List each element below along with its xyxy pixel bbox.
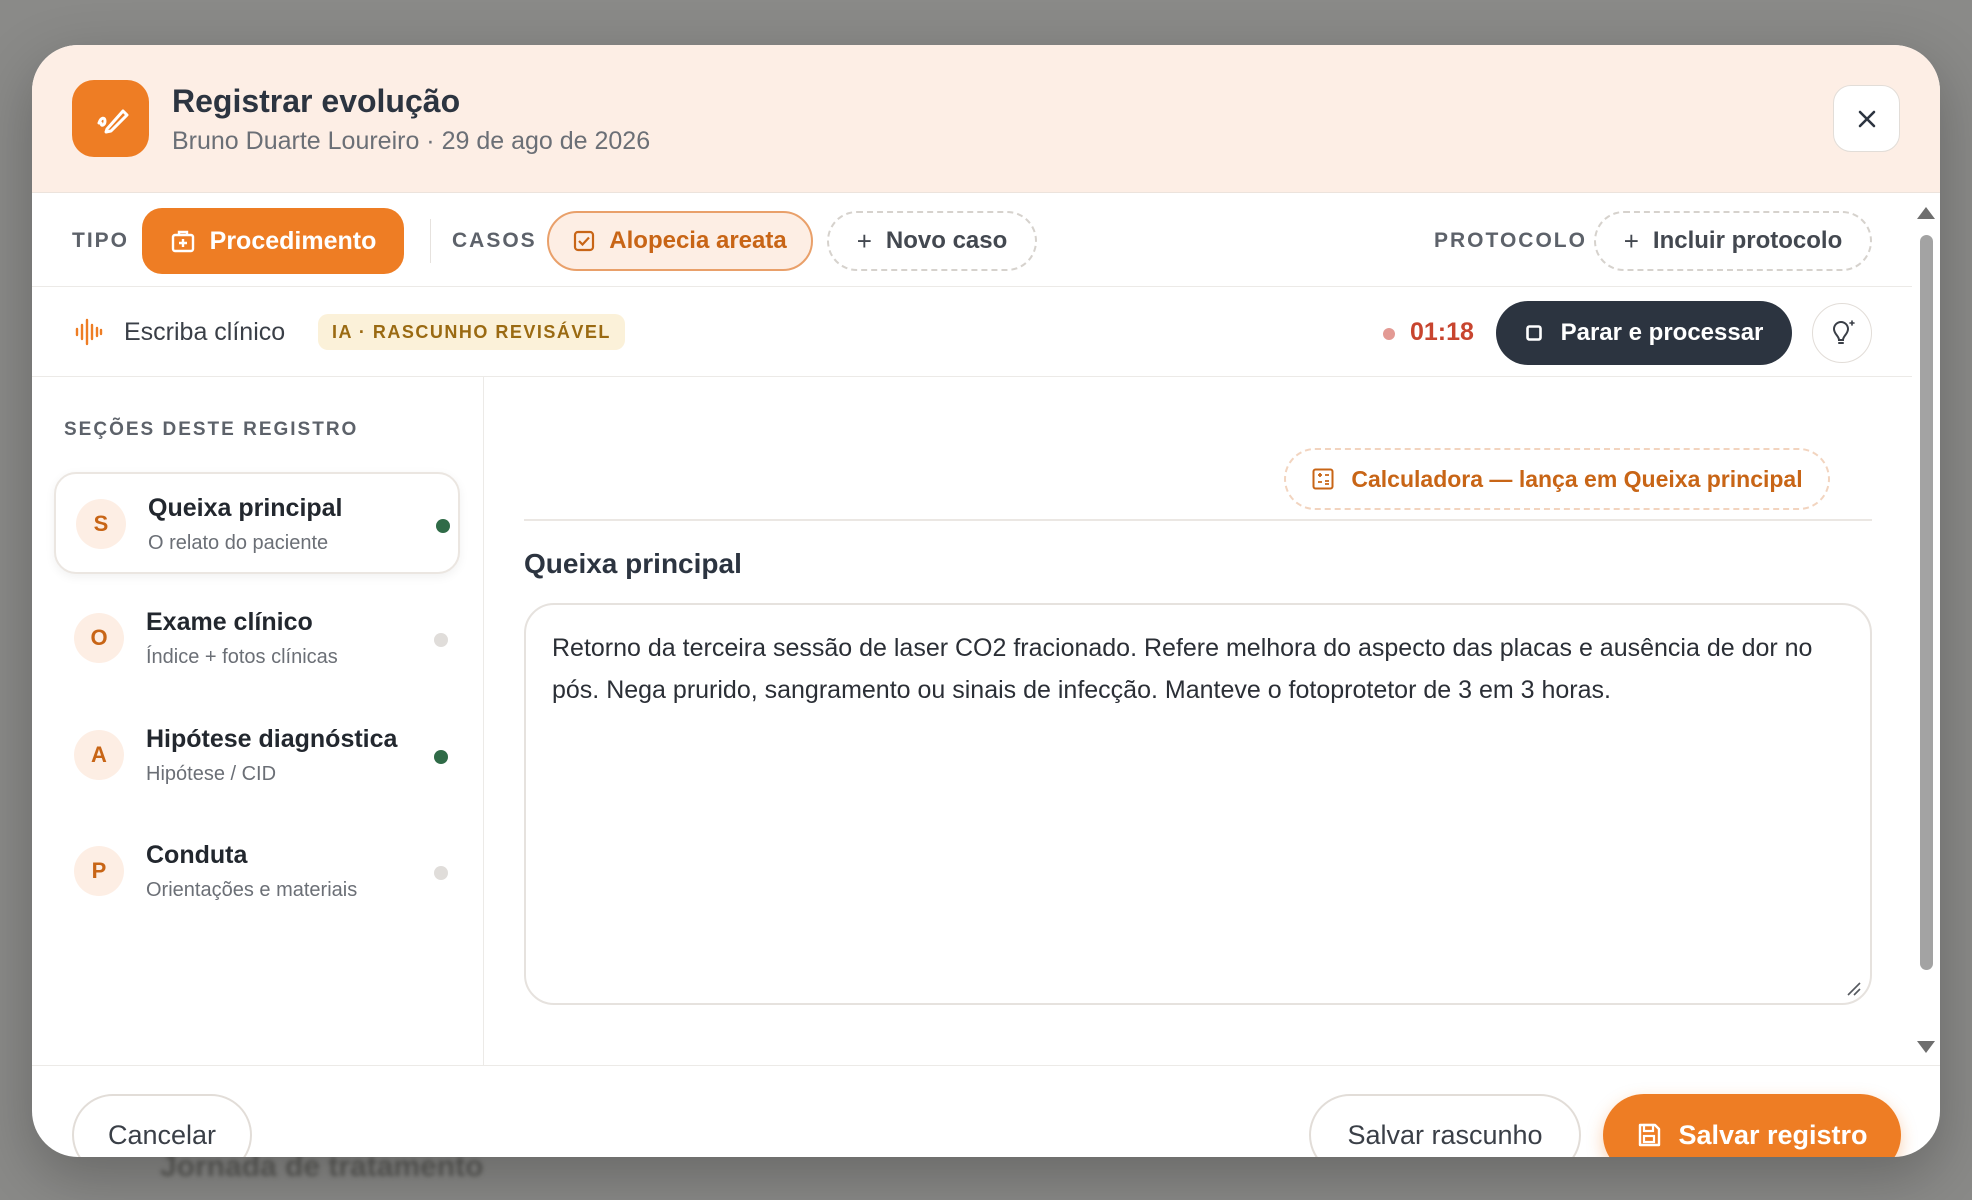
modal-header: Registrar evolução Bruno Duarte Loureiro… — [32, 45, 1940, 193]
scribe-row: Escriba clínico IA · RASCUNHO REVISÁVEL … — [32, 287, 1912, 377]
close-button[interactable] — [1833, 85, 1900, 152]
section-item-conduta[interactable]: P Conduta Orientações e materiais — [54, 821, 460, 923]
calculator-label: Calculadora — lança em Queixa principal — [1351, 465, 1803, 492]
calculator-icon — [1312, 468, 1334, 490]
scrollbar-thumb[interactable] — [1920, 235, 1933, 970]
section-name: Hipótese diagnóstica — [146, 725, 398, 753]
recording-timer: 01:18 — [1410, 318, 1474, 346]
sections-sidebar: SEÇÕES DESTE REGISTRO S Queixa principal… — [32, 377, 484, 1065]
section-empty-indicator — [434, 633, 448, 647]
include-protocol-label: Incluir protocolo — [1652, 227, 1843, 254]
include-protocol-button[interactable]: + Incluir protocolo — [1594, 211, 1872, 271]
evolution-modal: Registrar evolução Bruno Duarte Loureiro… — [32, 45, 1940, 1157]
stop-and-process-button[interactable]: Parar e processar — [1496, 301, 1792, 365]
procedure-label: Procedimento — [209, 226, 377, 255]
section-letter-badge: O — [74, 613, 124, 663]
section-text-area[interactable]: Retorno da terceira sessão de laser CO2 … — [524, 603, 1872, 1005]
modal-subtitle: Bruno Duarte Loureiro · 29 de ago de 202… — [172, 127, 651, 155]
close-icon — [1858, 110, 1875, 127]
section-item-queixa[interactable]: S Queixa principal O relato do paciente — [54, 472, 460, 574]
save-record-label: Salvar registro — [1678, 1119, 1868, 1150]
tipo-label: TIPO — [72, 229, 130, 252]
cancel-button[interactable]: Cancelar — [72, 1094, 252, 1157]
procedure-type-button[interactable]: Procedimento — [142, 208, 404, 274]
pen-icon — [72, 80, 149, 157]
divider — [430, 219, 431, 263]
section-filled-indicator — [436, 519, 450, 533]
plus-icon: + — [856, 225, 872, 256]
section-item-exame[interactable]: O Exame clínico Índice + fotos clínicas — [54, 588, 460, 690]
save-icon — [1639, 1123, 1661, 1147]
stop-and-process-label: Parar e processar — [1560, 319, 1764, 346]
lightbulb-icon — [1832, 320, 1855, 344]
case-chip-alopecia[interactable]: Alopecia areata — [547, 211, 813, 271]
section-filled-indicator — [434, 750, 448, 764]
section-empty-indicator — [434, 866, 448, 880]
protocolo-label: PROTOCOLO — [1434, 229, 1587, 252]
checkbox-checked-icon — [574, 230, 595, 252]
new-case-label: Novo caso — [885, 227, 1008, 254]
section-description: Índice + fotos clínicas — [146, 646, 338, 668]
medical-kit-icon — [171, 230, 194, 253]
section-heading: Queixa principal — [524, 548, 742, 579]
section-text: Retorno da terceira sessão de laser CO2 … — [552, 634, 1813, 704]
section-letter-badge: P — [74, 846, 124, 896]
scrollbar[interactable] — [1912, 195, 1940, 1063]
scribe-label: Escriba clínico — [124, 318, 286, 346]
modal-footer: Cancelar Salvar rascunho Salvar registro — [32, 1065, 1940, 1157]
sidebar-title: SEÇÕES DESTE REGISTRO — [64, 419, 359, 440]
plus-icon: + — [1623, 225, 1639, 256]
case-chip-label: Alopecia areata — [609, 227, 787, 254]
ai-draft-badge: IA · RASCUNHO REVISÁVEL — [318, 314, 625, 350]
section-name: Queixa principal — [148, 494, 343, 522]
section-letter-badge: A — [74, 730, 124, 780]
divider — [524, 519, 1872, 521]
save-draft-button[interactable]: Salvar rascunho — [1309, 1094, 1581, 1157]
section-description: Hipótese / CID — [146, 763, 277, 785]
section-description: Orientações e materiais — [146, 879, 358, 901]
stop-icon — [1525, 325, 1542, 341]
section-item-hipotese[interactable]: A Hipótese diagnóstica Hipótese / CID — [54, 705, 460, 807]
casos-label: CASOS — [452, 229, 537, 252]
section-description: O relato do paciente — [148, 532, 329, 554]
calculator-button[interactable]: Calculadora — lança em Queixa principal — [1284, 448, 1830, 510]
new-case-button[interactable]: + Novo caso — [827, 211, 1037, 271]
type-row: TIPO Procedimento CASOS Alopecia areata … — [32, 193, 1912, 287]
resize-handle-icon[interactable] — [1844, 979, 1862, 997]
section-letter-badge: S — [76, 499, 126, 549]
waveform-icon — [74, 317, 104, 352]
recording-indicator — [1383, 328, 1395, 340]
modal-title: Registrar evolução — [172, 83, 461, 119]
section-name: Conduta — [146, 841, 248, 869]
scroll-up-arrow-icon[interactable] — [1917, 207, 1935, 219]
scroll-down-arrow-icon[interactable] — [1917, 1041, 1935, 1053]
suggestions-button[interactable] — [1812, 303, 1872, 363]
section-name: Exame clínico — [146, 608, 313, 636]
save-record-button[interactable]: Salvar registro — [1603, 1094, 1901, 1157]
